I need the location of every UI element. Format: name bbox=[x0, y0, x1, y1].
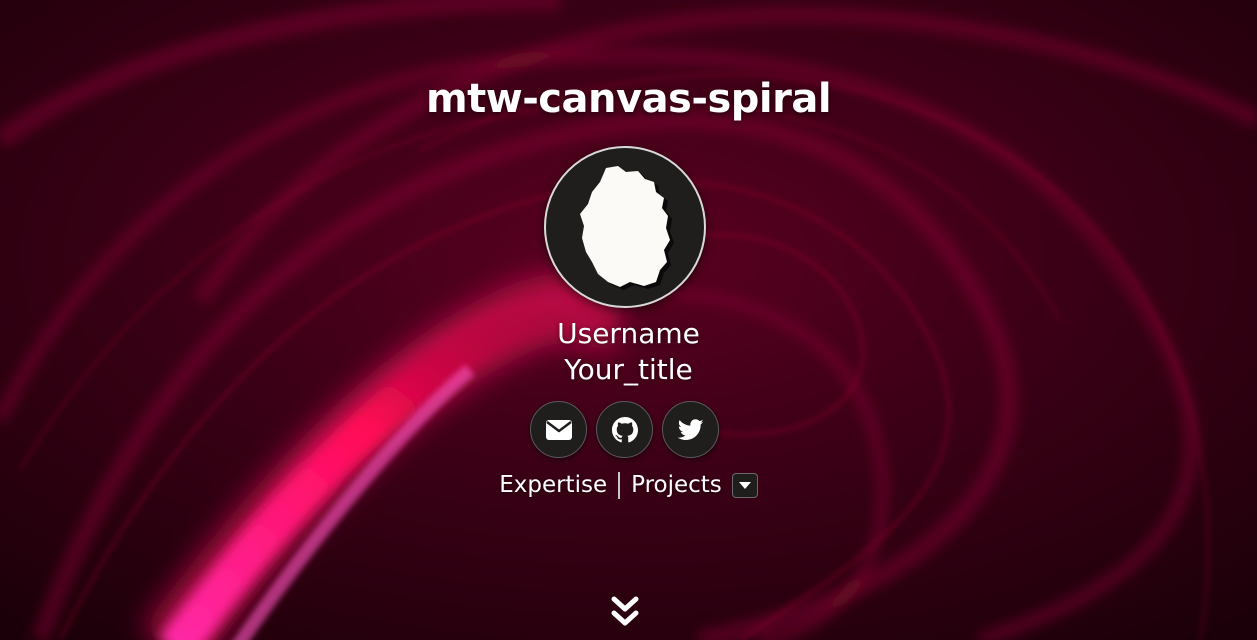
nav-link-expertise[interactable]: Expertise bbox=[499, 472, 607, 498]
projects-dropdown-button[interactable] bbox=[731, 472, 758, 498]
github-button[interactable] bbox=[596, 401, 653, 458]
nav-links: Expertise Projects bbox=[0, 468, 1257, 502]
double-chevron-down-icon bbox=[611, 596, 639, 626]
caret-down-icon bbox=[738, 481, 751, 489]
username: Username bbox=[557, 317, 700, 350]
social-links bbox=[529, 401, 729, 459]
github-icon bbox=[611, 416, 638, 442]
page-title: mtw-canvas-spiral bbox=[425, 76, 832, 122]
user-title: Your_title bbox=[564, 353, 693, 386]
nav-link-projects[interactable]: Projects bbox=[631, 472, 722, 498]
email-button[interactable] bbox=[530, 401, 587, 458]
avatar bbox=[544, 146, 706, 308]
twitter-button[interactable] bbox=[662, 401, 719, 458]
silhouette-map-icon bbox=[580, 166, 674, 290]
scroll-down-button[interactable] bbox=[611, 596, 639, 630]
hero: mtw-canvas-spiral Username Your_title Ex… bbox=[0, 0, 1257, 640]
envelope-icon bbox=[545, 419, 572, 440]
twitter-icon bbox=[677, 418, 704, 440]
page: mtw-canvas-spiral Username Your_title Ex… bbox=[0, 0, 1257, 640]
nav-divider bbox=[618, 471, 621, 499]
